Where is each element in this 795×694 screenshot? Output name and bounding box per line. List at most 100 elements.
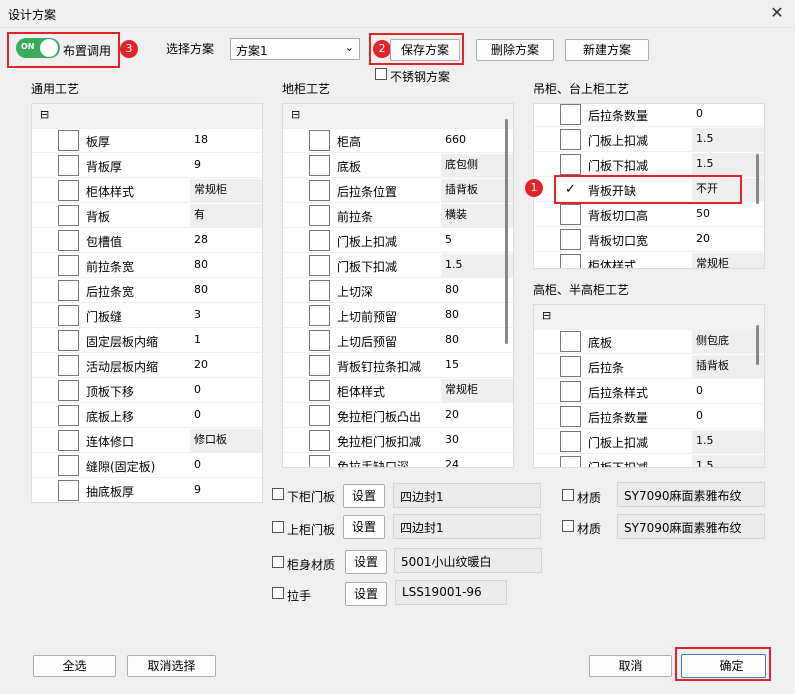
row-value[interactable]: 有 (190, 204, 262, 227)
select-all-button[interactable]: 全选 (33, 655, 116, 677)
row-value[interactable]: 3 (190, 304, 262, 327)
row-value[interactable]: 常规柜 (441, 379, 513, 402)
row-value[interactable]: 80 (441, 304, 513, 327)
row-checkbox[interactable] (309, 455, 330, 467)
row-value[interactable]: 插背板 (441, 179, 513, 202)
confirm-button[interactable]: 确定 (681, 654, 766, 678)
row-value[interactable]: 0 (190, 404, 262, 427)
row-value[interactable]: 18 (190, 129, 262, 152)
row-value[interactable]: 9 (190, 479, 262, 502)
row-checkbox[interactable] (560, 254, 581, 268)
close-icon[interactable]: ✕ (766, 2, 788, 24)
row-checkbox[interactable] (309, 380, 330, 401)
row-value[interactable]: 30 (441, 429, 513, 452)
lower-door-checkbox[interactable] (272, 488, 284, 500)
body-material-checkbox[interactable] (272, 556, 284, 568)
row-value[interactable]: 1.5 (692, 455, 764, 467)
upper-door-checkbox[interactable] (272, 521, 284, 533)
handle-settings-button[interactable]: 设置 (345, 582, 387, 606)
row-checkbox[interactable] (560, 381, 581, 402)
body-material-settings-button[interactable]: 设置 (345, 550, 387, 574)
row-checkbox[interactable] (309, 405, 330, 426)
row-value[interactable]: 20 (190, 354, 262, 377)
row-checkbox[interactable] (309, 155, 330, 176)
row-checkbox[interactable] (560, 456, 581, 467)
row-value[interactable]: 80 (190, 254, 262, 277)
row-checkbox[interactable] (58, 430, 79, 451)
row-checkbox[interactable] (309, 305, 330, 326)
row-checkbox[interactable] (58, 130, 79, 151)
row-checkbox[interactable] (309, 330, 330, 351)
tall-scrollbar[interactable] (756, 325, 759, 365)
new-plan-button[interactable]: 新建方案 (565, 39, 649, 61)
row-checkbox[interactable] (58, 405, 79, 426)
row-checkbox[interactable] (309, 430, 330, 451)
row-value[interactable]: 9 (190, 154, 262, 177)
row-value[interactable]: 80 (441, 329, 513, 352)
row-value[interactable]: 1.5 (692, 430, 764, 453)
floor-scrollbar[interactable] (505, 119, 508, 344)
row-checkbox[interactable] (560, 129, 581, 150)
row-checkbox[interactable] (560, 331, 581, 352)
row-checkbox[interactable] (309, 205, 330, 226)
row-value[interactable]: 侧包底 (692, 330, 764, 353)
cancel-button[interactable]: 取消 (589, 655, 672, 677)
save-plan-button[interactable]: 保存方案 (390, 39, 460, 61)
cancel-selection-button[interactable]: 取消选择 (127, 655, 216, 677)
row-checkbox[interactable] (58, 355, 79, 376)
row-value[interactable]: 50 (692, 203, 764, 226)
row-value[interactable]: 1 (190, 329, 262, 352)
lower-door-settings-button[interactable]: 设置 (343, 484, 385, 508)
row-value[interactable]: 0 (692, 104, 764, 126)
row-checkbox[interactable] (560, 154, 581, 175)
row-value[interactable]: 底包侧 (441, 154, 513, 177)
collapse-icon[interactable]: ⊟ (542, 309, 551, 322)
row-checkbox[interactable] (58, 455, 79, 476)
row-checkbox[interactable] (58, 480, 79, 501)
row-value[interactable]: 修口板 (190, 429, 262, 452)
stainless-checkbox[interactable] (375, 68, 387, 80)
row-checkbox[interactable] (309, 130, 330, 151)
row-value[interactable]: 常规柜 (692, 253, 764, 268)
row-value[interactable]: 80 (441, 279, 513, 302)
collapse-icon[interactable]: ⊟ (40, 108, 49, 121)
row-value[interactable]: 660 (441, 129, 513, 152)
row-value[interactable]: 1.5 (441, 254, 513, 277)
plan-select[interactable]: 方案1 ⌄ (230, 38, 360, 60)
row-value[interactable]: 15 (441, 354, 513, 377)
row-checkbox[interactable] (58, 380, 79, 401)
upper-door-settings-button[interactable]: 设置 (343, 515, 385, 539)
hang-scrollbar[interactable] (756, 154, 759, 204)
row-checkbox[interactable] (58, 280, 79, 301)
row-value[interactable]: 1.5 (692, 128, 764, 151)
row-checkbox[interactable] (560, 204, 581, 225)
row-value[interactable]: 0 (692, 380, 764, 403)
row-value[interactable]: 插背板 (692, 355, 764, 378)
row-value[interactable]: 横装 (441, 204, 513, 227)
row-value[interactable]: 20 (441, 404, 513, 427)
row-checkbox[interactable] (309, 355, 330, 376)
row-checkbox[interactable] (560, 431, 581, 452)
row-checkbox[interactable] (309, 230, 330, 251)
row-value[interactable]: 0 (692, 405, 764, 428)
delete-plan-button[interactable]: 删除方案 (476, 39, 554, 61)
row-checkbox[interactable] (309, 180, 330, 201)
row-checkbox[interactable] (560, 104, 581, 125)
row-value[interactable]: 24 (441, 454, 513, 467)
row-checkbox[interactable] (58, 230, 79, 251)
row-value[interactable]: 常规柜 (190, 179, 262, 202)
row-checkbox[interactable] (58, 180, 79, 201)
row-value[interactable]: 5 (441, 229, 513, 252)
row-checkbox[interactable] (309, 280, 330, 301)
row-value[interactable]: 1.5 (692, 153, 764, 176)
row-value[interactable]: 0 (190, 379, 262, 402)
row-checkbox[interactable] (58, 155, 79, 176)
handle-checkbox[interactable] (272, 587, 284, 599)
row-value[interactable]: 28 (190, 229, 262, 252)
row-checkbox[interactable] (560, 406, 581, 427)
row-value[interactable]: 0 (190, 454, 262, 477)
row-value[interactable]: 20 (692, 228, 764, 251)
row-checkbox[interactable] (58, 255, 79, 276)
row-value[interactable]: 80 (190, 279, 262, 302)
row-checkbox[interactable] (58, 330, 79, 351)
